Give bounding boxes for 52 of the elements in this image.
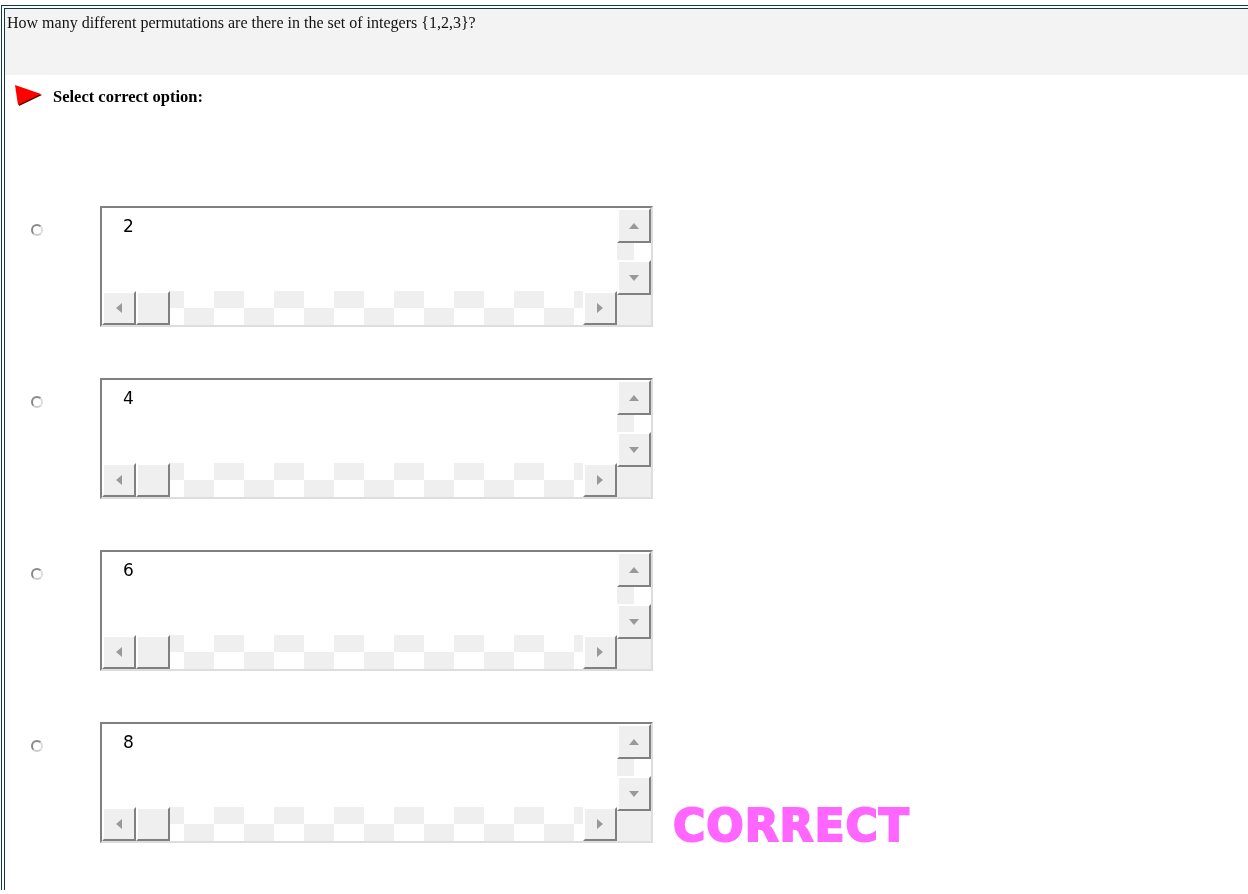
up-arrow-icon [629, 394, 639, 401]
left-arrow-icon [116, 303, 122, 313]
scrollbar-corner [617, 639, 651, 669]
scroll-up-button[interactable] [617, 380, 651, 415]
triangle-pointer-icon [15, 85, 43, 107]
scroll-right-button[interactable] [583, 291, 617, 325]
right-arrow-icon [597, 819, 603, 829]
answer-box[interactable]: 2 [100, 206, 653, 327]
scroll-thumb[interactable] [136, 807, 170, 841]
down-arrow-icon [629, 446, 639, 453]
scroll-right-button[interactable] [583, 807, 617, 841]
scroll-down-button[interactable] [617, 776, 651, 811]
right-arrow-icon [597, 475, 603, 485]
scroll-thumb[interactable] [136, 291, 170, 325]
scrollbar-corner [617, 467, 651, 497]
feedback-text: CORRECT [673, 804, 910, 848]
scroll-down-button[interactable] [617, 604, 651, 639]
question-text: How many different permutations are there in the set of integers {1,2,3}? [7, 14, 476, 31]
radio-button[interactable] [31, 396, 43, 408]
scroll-right-button[interactable] [583, 463, 617, 497]
scroll-up-button[interactable] [617, 552, 651, 587]
down-arrow-icon [629, 274, 639, 281]
scroll-thumb[interactable] [136, 463, 170, 497]
scroll-down-button[interactable] [617, 432, 651, 467]
left-arrow-icon [116, 475, 122, 485]
scrollbar-corner [617, 811, 651, 841]
right-arrow-icon [597, 647, 603, 657]
scroll-down-button[interactable] [617, 260, 651, 295]
scroll-left-button[interactable] [102, 291, 136, 325]
scroll-right-button[interactable] [583, 635, 617, 669]
answer-box[interactable]: 4 [100, 378, 653, 499]
scroll-up-button[interactable] [617, 724, 651, 759]
scroll-left-button[interactable] [102, 635, 136, 669]
scroll-up-button[interactable] [617, 208, 651, 243]
answer-box[interactable]: 8 [100, 722, 653, 843]
radio-button[interactable] [31, 224, 43, 236]
up-arrow-icon [629, 566, 639, 573]
prompt-text: Select correct option: [53, 87, 203, 107]
radio-button[interactable] [31, 740, 43, 752]
up-arrow-icon [629, 222, 639, 229]
left-arrow-icon [116, 819, 122, 829]
down-arrow-icon [629, 790, 639, 797]
left-arrow-icon [116, 647, 122, 657]
radio-button[interactable] [31, 568, 43, 580]
scrollbar-corner [617, 295, 651, 325]
scroll-left-button[interactable] [102, 463, 136, 497]
answer-box[interactable]: 6 [100, 550, 653, 671]
scroll-left-button[interactable] [102, 807, 136, 841]
right-arrow-icon [597, 303, 603, 313]
up-arrow-icon [629, 738, 639, 745]
scroll-thumb[interactable] [136, 635, 170, 669]
down-arrow-icon [629, 618, 639, 625]
